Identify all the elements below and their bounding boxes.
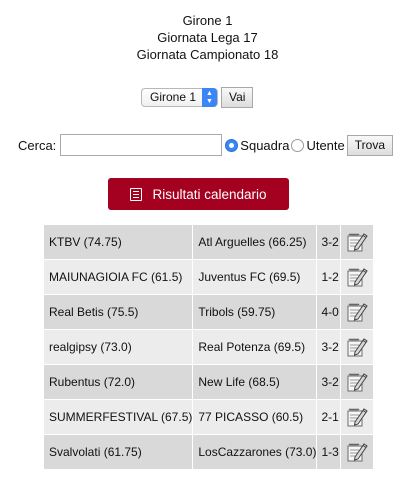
- edit-cell[interactable]: [341, 330, 374, 365]
- edit-cell[interactable]: [341, 400, 374, 435]
- match-score: 4-0: [317, 295, 342, 330]
- away-team: Atl Arguelles (66.25): [193, 225, 318, 260]
- group-title: Girone 1: [182, 13, 233, 28]
- edit-notepad-icon[interactable]: [346, 266, 369, 288]
- chevron-updown-icon: ▲ ▼: [202, 88, 217, 107]
- match-results-table: KTBV (74.75) Atl Arguelles (66.25) 3-2 M…: [44, 225, 374, 470]
- group-select-row: Girone 1 ▲ ▼ Vai: [141, 87, 254, 108]
- radio-user[interactable]: [291, 138, 305, 152]
- home-team: KTBV (74.75): [44, 225, 194, 260]
- match-row: KTBV (74.75) Atl Arguelles (66.25) 3-2: [44, 225, 374, 260]
- radio-user-label: Utente: [306, 137, 345, 153]
- match-row: Rubentus (72.0) New Life (68.5) 3-2: [44, 365, 374, 400]
- match-row: MAIUNAGIOIA FC (61.5) Juventus FC (69.5)…: [44, 260, 374, 295]
- match-score: 1-2: [317, 260, 342, 295]
- edit-cell[interactable]: [341, 225, 374, 260]
- match-row: SUMMERFESTIVAL (67.5) 77 PICASSO (60.5) …: [44, 400, 374, 435]
- home-team: Svalvolati (61.75): [44, 435, 194, 470]
- match-score: 3-2: [317, 330, 342, 365]
- edit-notepad-icon[interactable]: [346, 406, 369, 428]
- calendar-list-icon: [130, 187, 143, 201]
- match-score: 3-2: [317, 225, 342, 260]
- edit-cell[interactable]: [341, 365, 374, 400]
- match-row: Real Betis (75.5) Tribols (59.75) 4-0: [44, 295, 374, 330]
- match-row: realgipsy (73.0) Real Potenza (69.5) 3-2: [44, 330, 374, 365]
- go-button[interactable]: Vai: [221, 87, 254, 108]
- away-team: Tribols (59.75): [193, 295, 318, 330]
- home-team: MAIUNAGIOIA FC (61.5): [44, 260, 194, 295]
- search-label: Cerca:: [18, 137, 57, 153]
- find-button[interactable]: Trova: [346, 134, 393, 156]
- calendar-results-label: Risultati calendario: [152, 186, 267, 202]
- edit-notepad-icon[interactable]: [346, 231, 369, 253]
- away-team: 77 PICASSO (60.5): [193, 400, 318, 435]
- group-select[interactable]: Girone 1 ▲ ▼: [141, 88, 218, 107]
- away-team: Juventus FC (69.5): [193, 260, 318, 295]
- league-round: Giornata Lega 17: [157, 30, 258, 45]
- edit-notepad-icon[interactable]: [346, 371, 369, 393]
- search-row: Cerca: Squadra Utente Trova: [18, 134, 393, 156]
- away-team: Real Potenza (69.5): [193, 330, 318, 365]
- match-score: 1-3: [317, 435, 342, 470]
- home-team: Real Betis (75.5): [44, 295, 194, 330]
- edit-notepad-icon[interactable]: [346, 301, 369, 323]
- edit-notepad-icon[interactable]: [346, 441, 369, 463]
- match-score: 3-2: [317, 365, 342, 400]
- championship-round: Giornata Campionato 18: [136, 47, 279, 62]
- edit-cell[interactable]: [341, 260, 374, 295]
- home-team: Rubentus (72.0): [44, 365, 194, 400]
- radio-team[interactable]: [225, 138, 239, 152]
- search-input[interactable]: [60, 134, 223, 156]
- away-team: LosCazzarones (73.0): [193, 435, 318, 470]
- calendar-results-button[interactable]: Risultati calendario: [108, 178, 289, 210]
- edit-cell[interactable]: [341, 295, 374, 330]
- home-team: SUMMERFESTIVAL (67.5): [44, 400, 194, 435]
- match-row: Svalvolati (61.75) LosCazzarones (73.0) …: [44, 435, 374, 470]
- edit-notepad-icon[interactable]: [346, 336, 369, 358]
- edit-cell[interactable]: [341, 435, 374, 470]
- match-score: 2-1: [317, 400, 342, 435]
- radio-team-label: Squadra: [240, 137, 290, 153]
- round-header: Girone 1 Giornata Lega 17 Giornata Campi…: [0, 12, 415, 63]
- away-team: New Life (68.5): [193, 365, 318, 400]
- group-select-value: Girone 1: [150, 90, 197, 104]
- home-team: realgipsy (73.0): [44, 330, 194, 365]
